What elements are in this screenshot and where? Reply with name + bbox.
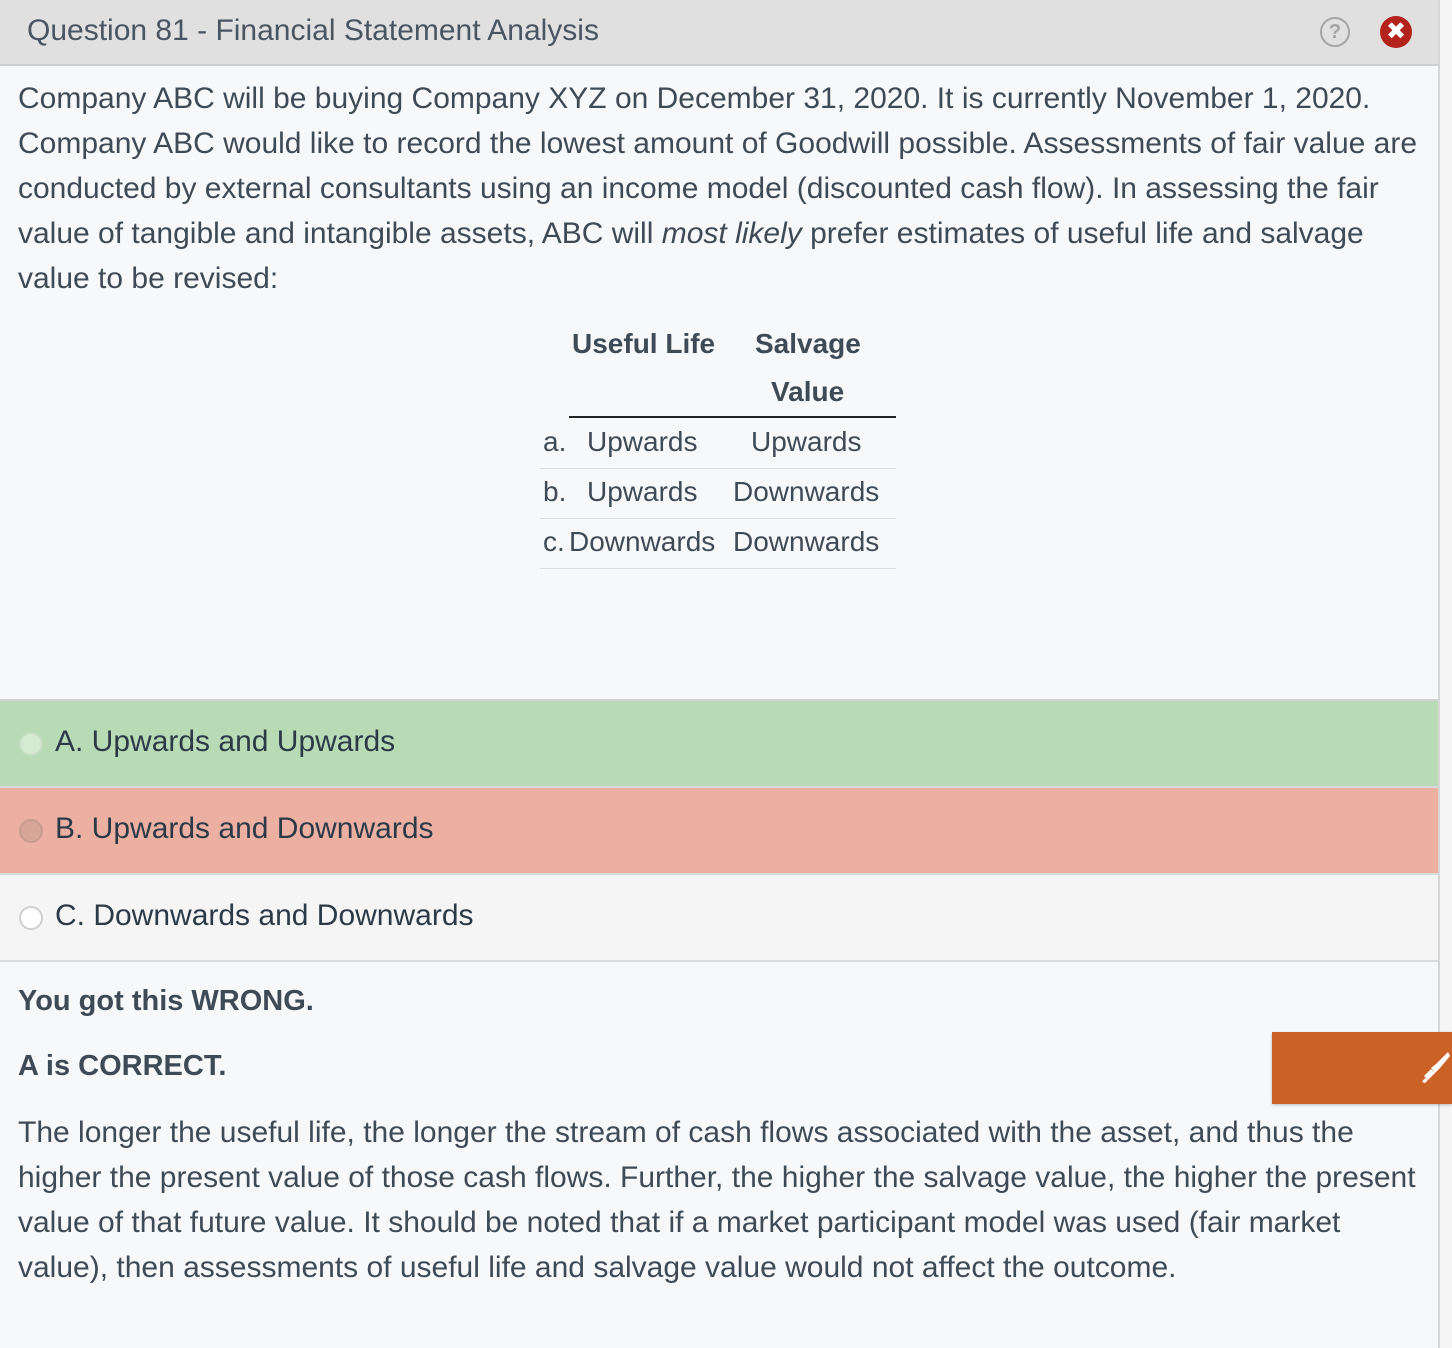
table-row: c. Downwards Downwards [540, 518, 896, 569]
table-header-salvage: Salvage [755, 328, 861, 359]
feedback-explanation: The longer the useful life, the longer t… [18, 1116, 1416, 1284]
question-title: Question 81 - Financial Statement Analys… [27, 14, 599, 47]
choice-b-radio[interactable] [19, 819, 43, 843]
choice-b-label: B. Upwards and Downwards [55, 812, 434, 845]
choice-a[interactable]: A. Upwards and Upwards [0, 699, 1438, 786]
table-cell-salvage-value: Upwards [751, 426, 862, 457]
choice-a-label: A. Upwards and Upwards [55, 725, 396, 758]
choice-b[interactable]: B. Upwards and Downwards [0, 786, 1438, 873]
table-cell-salvage-value: Downwards [733, 476, 880, 507]
help-icon[interactable]: ? [1320, 17, 1350, 47]
table-row-label: b. [543, 476, 567, 507]
question-text-emphasis: most likely [661, 217, 802, 250]
table-header-useful-life: Useful Life [572, 328, 716, 359]
table-cell-useful-life: Upwards [587, 426, 698, 457]
table-cell-salvage-value: Downwards [733, 526, 880, 557]
feedback-correct-answer: A is CORRECT. [18, 1050, 227, 1082]
table-row-label: c. [543, 526, 565, 557]
table-cell-useful-life: Downwards [569, 526, 716, 557]
highlight-tool-button[interactable] [1272, 1032, 1452, 1104]
close-icon[interactable]: ✖ [1380, 16, 1412, 48]
highlighter-icon [1422, 1052, 1450, 1083]
table-row-label: a. [543, 426, 567, 457]
table-row: b. Upwards Downwards [540, 468, 896, 519]
choice-c-radio[interactable] [19, 906, 43, 930]
choice-c[interactable]: C. Downwards and Downwards [0, 873, 1438, 962]
question-header: Question 81 - Financial Statement Analys… [0, 0, 1438, 66]
feedback-result: You got this WRONG. [18, 985, 314, 1017]
choice-a-radio[interactable] [19, 732, 43, 756]
question-text: Company ABC will be buying Company XYZ o… [18, 76, 1423, 301]
choice-c-label: C. Downwards and Downwards [55, 899, 474, 932]
table-header-value: Value [771, 376, 845, 407]
question-panel: Question 81 - Financial Statement Analys… [0, 0, 1440, 1348]
table-row: a. Upwards Upwards [540, 418, 896, 469]
table-cell-useful-life: Upwards [587, 476, 698, 507]
